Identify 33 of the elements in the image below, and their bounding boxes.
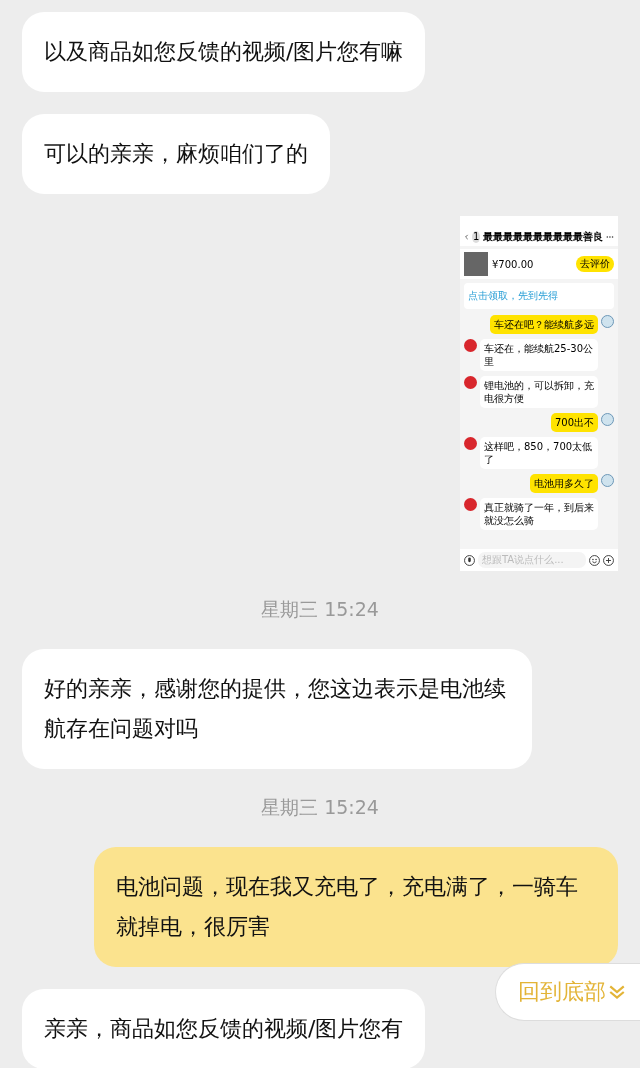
message-bubble: 好的亲亲，感谢您的提供，您这边表示是电池续航存在问题对吗 <box>22 649 532 769</box>
unread-badge: 1 <box>472 231 481 243</box>
emoji-icon[interactable] <box>589 554 600 566</box>
timestamp: 星期三 15:24 <box>260 795 380 820</box>
chat-title: 最最最最最最最最最最善良 <box>483 230 604 244</box>
message-bubble: 700出不 <box>550 413 598 432</box>
back-to-bottom-button[interactable]: 回到底部 <box>495 963 640 1021</box>
timestamp: 星期三 15:24 <box>260 597 380 622</box>
avatar-icon <box>601 474 614 487</box>
message-bubble: 电池问题，现在我又充电了，充电满了，一骑车就掉电，很厉害 <box>94 847 618 967</box>
avatar-icon <box>464 437 477 450</box>
more-icon[interactable] <box>606 235 614 239</box>
message-bubble: 车还在，能续航25-30公里 <box>480 339 598 371</box>
message-bubble: 车还在吧？能续航多远 <box>490 315 598 334</box>
message-bubble: 可以的亲亲，麻烦咱们了的 <box>22 114 330 194</box>
message-bubble: 亲亲，商品如您反馈的视频/图片您有 <box>22 989 426 1068</box>
message-bubble: 锂电池的，可以拆卸，充电很方便 <box>480 376 598 408</box>
avatar-icon <box>601 315 614 328</box>
avatar-icon <box>464 498 477 511</box>
message-bubble: 电池用多久了 <box>530 474 598 493</box>
message-bubble: 以及商品如您反馈的视频/图片您有嘛 <box>22 12 426 92</box>
microphone-icon[interactable] <box>464 554 475 566</box>
avatar-icon <box>464 339 477 352</box>
photo-placeholder <box>464 252 488 276</box>
promo-banner[interactable]: 点击领取，先到先得 <box>464 283 614 309</box>
plus-icon[interactable] <box>603 554 614 566</box>
double-chevron-down-icon <box>608 984 626 1000</box>
message-bubble: 这样吧，850，700太低了 <box>480 437 598 469</box>
rate-button[interactable]: 去评价 <box>576 256 614 272</box>
avatar-icon <box>601 413 614 426</box>
message-bubble: 真正就骑了一年，到后来就没怎么骑 <box>480 498 598 530</box>
avatar-icon <box>464 376 477 389</box>
product-price: ¥700.00 <box>492 258 535 270</box>
